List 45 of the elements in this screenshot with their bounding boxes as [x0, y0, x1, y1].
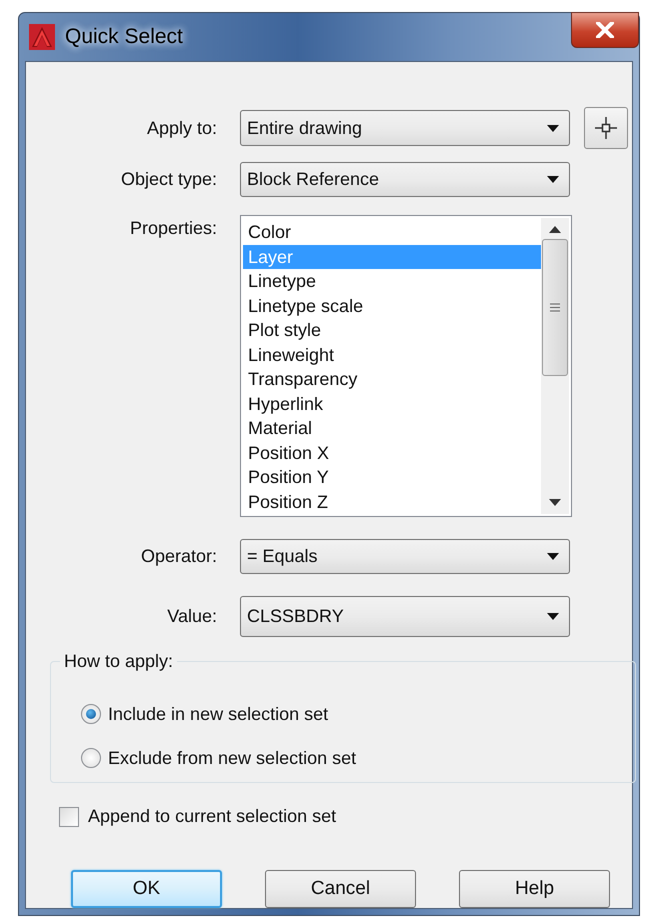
- operator-dropdown[interactable]: = Equals: [240, 539, 570, 574]
- radio-label[interactable]: Exclude from new selection set: [108, 744, 356, 772]
- list-item[interactable]: Hyperlink: [243, 392, 541, 416]
- dialog-button[interactable]: OK: [71, 870, 222, 908]
- checkbox-label[interactable]: Append to current selection set: [88, 803, 336, 830]
- close-button[interactable]: [571, 12, 639, 48]
- list-item[interactable]: Transparency: [243, 367, 541, 392]
- scroll-down-icon[interactable]: [549, 499, 561, 506]
- field-label: Value:: [166, 605, 217, 628]
- list-item[interactable]: Color: [243, 220, 541, 244]
- field-label: Operator:: [140, 545, 217, 568]
- field-label: Object type:: [120, 168, 217, 191]
- radio-label[interactable]: Include in new selection set: [108, 700, 328, 728]
- dialog-button[interactable]: Cancel: [265, 870, 416, 908]
- crosshair-icon: [595, 117, 617, 139]
- caret-icon: [547, 124, 559, 132]
- checkbox[interactable]: [59, 806, 79, 826]
- caret-icon: [547, 553, 559, 560]
- list-item[interactable]: Position Y: [243, 465, 541, 490]
- list-item[interactable]: Position X: [243, 440, 541, 465]
- list-item[interactable]: Lineweight: [243, 342, 541, 367]
- radio-button[interactable]: [81, 748, 101, 768]
- list-item[interactable]: Plot style: [243, 318, 541, 342]
- apply-to-dropdown[interactable]: Entire drawing: [240, 110, 570, 146]
- scroll-up-icon[interactable]: [549, 226, 561, 233]
- scroll-thumb[interactable]: [542, 239, 568, 376]
- radio-button[interactable]: [81, 704, 101, 724]
- list-item[interactable]: Linetype: [243, 269, 541, 294]
- caret-icon: [547, 176, 559, 183]
- select-objects-button[interactable]: [584, 107, 628, 149]
- field-label: Properties:: [128, 217, 217, 240]
- properties-listbox[interactable]: Color Layer Linetype Linetype scale Plot style Lineweight Transparency Hyperlink Material Position X Position Y Position Z: [240, 215, 572, 517]
- app-logo-icon: [29, 24, 55, 50]
- dialog-button[interactable]: Help: [459, 870, 610, 908]
- close-icon: [596, 22, 614, 38]
- list-item[interactable]: Position Z: [243, 490, 541, 514]
- value-dropdown[interactable]: CLSSBDRY: [240, 596, 570, 637]
- window-title: Quick Select: [65, 24, 183, 50]
- caret-icon: [547, 613, 559, 620]
- object-type-dropdown[interactable]: Block Reference: [240, 162, 570, 197]
- grip-icon: [550, 303, 560, 312]
- list-item[interactable]: Material: [243, 416, 541, 440]
- list-item[interactable]: Linetype scale: [243, 294, 541, 318]
- scrollbar[interactable]: [541, 218, 569, 514]
- field-label: Apply to:: [146, 116, 217, 140]
